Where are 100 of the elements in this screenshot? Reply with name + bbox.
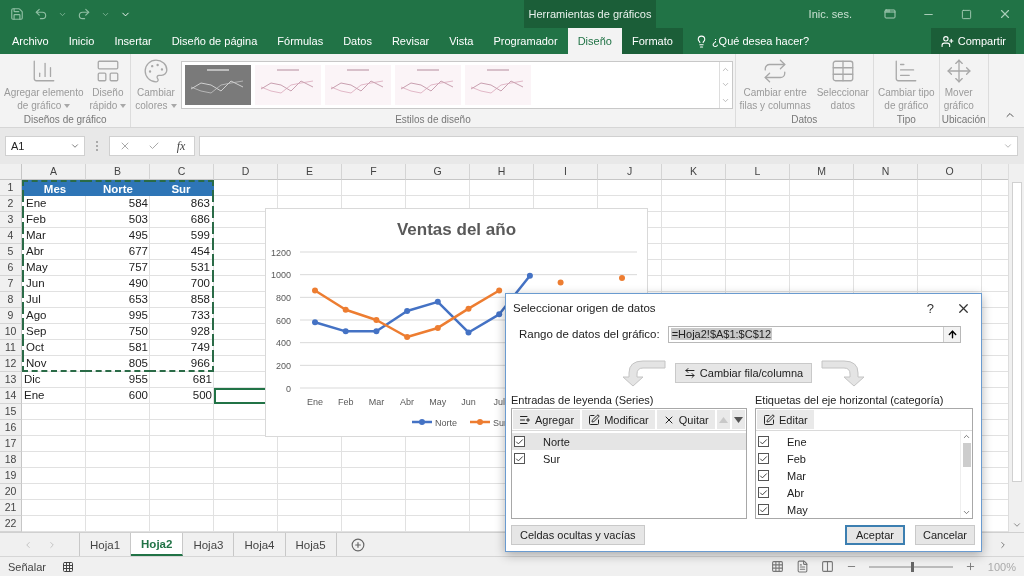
- page-break-icon[interactable]: [820, 560, 834, 573]
- column-header[interactable]: C: [150, 164, 214, 180]
- column-header[interactable]: L: [726, 164, 790, 180]
- collapse-dialog-button[interactable]: [943, 326, 960, 342]
- column-header[interactable]: N: [854, 164, 918, 180]
- category-list-item[interactable]: Abr: [756, 484, 960, 501]
- zoom-in-icon[interactable]: [964, 561, 976, 572]
- row-header[interactable]: 2: [0, 196, 22, 212]
- row-header[interactable]: 4: [0, 228, 22, 244]
- scrollbar-thumb[interactable]: [1011, 182, 1022, 482]
- row-header[interactable]: 11: [0, 340, 22, 356]
- ribbon-tab[interactable]: Inicio: [58, 28, 105, 54]
- checkbox[interactable]: [758, 504, 769, 515]
- add-sheet-icon[interactable]: [350, 537, 365, 552]
- save-icon[interactable]: [10, 7, 24, 21]
- scroll-down-icon[interactable]: [962, 508, 971, 517]
- column-header[interactable]: H: [470, 164, 534, 180]
- move-down-button[interactable]: [731, 410, 745, 429]
- chart-style-thumbnail[interactable]: [184, 65, 251, 105]
- ribbon-tab[interactable]: Vista: [439, 28, 484, 54]
- scroll-right-icon[interactable]: [998, 539, 1008, 550]
- ribbon-tab[interactable]: Revisar: [381, 28, 440, 54]
- row-header[interactable]: 16: [0, 420, 22, 436]
- column-header[interactable]: D: [214, 164, 278, 180]
- row-header[interactable]: 17: [0, 436, 22, 452]
- row-header[interactable]: 19: [0, 468, 22, 484]
- redo-icon[interactable]: [77, 7, 91, 21]
- column-header[interactable]: K: [662, 164, 726, 180]
- name-box[interactable]: A1: [5, 136, 85, 156]
- checkbox[interactable]: [514, 436, 525, 447]
- ribbon-tab[interactable]: Datos: [333, 28, 382, 54]
- ribbon-tab[interactable]: Formato: [621, 28, 683, 54]
- row-header[interactable]: 3: [0, 212, 22, 228]
- cancel-button[interactable]: Cancelar: [915, 525, 975, 545]
- ok-button[interactable]: Aceptar: [845, 525, 905, 545]
- row-header[interactable]: 22: [0, 516, 22, 532]
- category-list-item[interactable]: Mar: [756, 467, 960, 484]
- column-header[interactable]: J: [598, 164, 662, 180]
- scroll-down-icon[interactable]: [1011, 520, 1022, 530]
- column-header[interactable]: M: [790, 164, 854, 180]
- ribbon-tab[interactable]: Fórmulas: [267, 28, 334, 54]
- help-button[interactable]: ?: [926, 300, 934, 316]
- formula-field[interactable]: [199, 136, 1018, 156]
- row-header[interactable]: 21: [0, 500, 22, 516]
- toolbar-button[interactable]: Editar: [757, 410, 814, 429]
- ribbon-tab[interactable]: Archivo: [2, 28, 59, 54]
- enter-icon[interactable]: [147, 140, 160, 152]
- chart-style-thumbnail[interactable]: [464, 65, 531, 105]
- checkbox[interactable]: [758, 470, 769, 481]
- series-list-item[interactable]: Sur: [512, 450, 746, 467]
- column-header[interactable]: O: [918, 164, 982, 180]
- row-header[interactable]: 9: [0, 308, 22, 324]
- category-list-item[interactable]: Feb: [756, 450, 960, 467]
- normal-view-icon[interactable]: [770, 560, 784, 573]
- ribbon-options-icon[interactable]: [884, 8, 896, 20]
- page-layout-icon[interactable]: [795, 560, 809, 573]
- chart-style-thumbnail[interactable]: [324, 65, 391, 105]
- row-header[interactable]: 8: [0, 292, 22, 308]
- column-header[interactable]: G: [406, 164, 470, 180]
- row-header[interactable]: 12: [0, 356, 22, 372]
- maximize-icon[interactable]: [961, 8, 972, 20]
- column-header[interactable]: I: [534, 164, 598, 180]
- row-header[interactable]: 13: [0, 372, 22, 388]
- tell-me-field[interactable]: ¿Qué desea hacer?: [711, 35, 810, 47]
- ribbon-tab[interactable]: Insertar: [104, 28, 162, 54]
- row-header[interactable]: 6: [0, 260, 22, 276]
- insert-function-button[interactable]: fx: [176, 138, 186, 154]
- row-header[interactable]: 20: [0, 484, 22, 500]
- zoom-slider[interactable]: [910, 561, 914, 572]
- category-list-item[interactable]: Ene: [756, 433, 960, 450]
- chart-style-thumbnail[interactable]: [254, 65, 321, 105]
- toolbar-button[interactable]: Agregar: [513, 410, 581, 429]
- column-header[interactable]: A: [22, 164, 86, 180]
- macro-icon[interactable]: [61, 560, 74, 573]
- row-header[interactable]: 10: [0, 324, 22, 340]
- row-header[interactable]: 14: [0, 388, 22, 404]
- row-header[interactable]: 18: [0, 452, 22, 468]
- ribbon-tab[interactable]: Programador: [483, 28, 568, 54]
- scrollbar-thumb[interactable]: [962, 443, 971, 467]
- toolbar-button[interactable]: Modificar: [582, 410, 655, 429]
- scroll-up-icon[interactable]: [962, 432, 971, 441]
- expand-icon[interactable]: [1003, 141, 1013, 151]
- range-field[interactable]: =Hoja2!$A$1:$C$12: [667, 325, 961, 343]
- ribbon-tab[interactable]: Diseño de página: [161, 28, 268, 54]
- column-header[interactable]: B: [86, 164, 150, 180]
- row-header[interactable]: 15: [0, 404, 22, 420]
- series-list-item[interactable]: Norte: [512, 433, 746, 450]
- select-all-button[interactable]: [0, 164, 22, 180]
- toolbar-button[interactable]: Quitar: [656, 410, 715, 429]
- share-button[interactable]: Compartir: [930, 28, 1016, 54]
- switch-row-column-button[interactable]: Cambiar fila/columna: [674, 363, 813, 383]
- sheet-tab[interactable]: Hoja2: [131, 533, 184, 556]
- column-header[interactable]: F: [342, 164, 406, 180]
- row-header[interactable]: 1: [0, 180, 22, 196]
- row-header[interactable]: 5: [0, 244, 22, 260]
- chart-style-thumbnail[interactable]: [394, 65, 461, 105]
- checkbox[interactable]: [514, 453, 525, 464]
- checkbox[interactable]: [758, 436, 769, 447]
- checkbox[interactable]: [758, 453, 769, 464]
- hidden-cells-button[interactable]: Celdas ocultas y vacías: [511, 525, 645, 545]
